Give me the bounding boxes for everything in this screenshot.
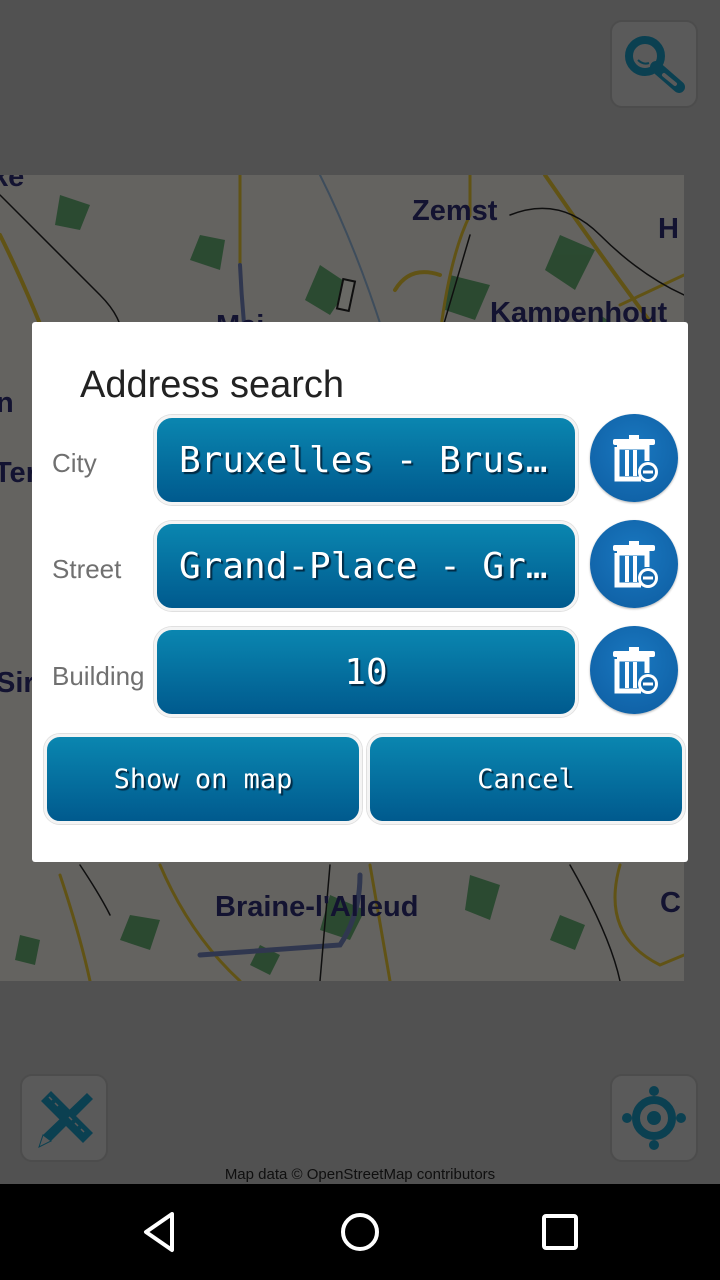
show-on-map-button[interactable]: Show on map (44, 734, 362, 824)
system-nav-bar (0, 1184, 720, 1280)
cancel-button[interactable]: Cancel (367, 734, 685, 824)
clear-city-button[interactable] (590, 414, 678, 502)
dialog-title: Address search (80, 364, 345, 406)
street-field[interactable]: Grand-Place - Gr… (154, 521, 578, 611)
trash-minus-icon (613, 541, 658, 588)
city-field[interactable]: Bruxelles - Brus… (154, 415, 578, 505)
nav-recents-button[interactable] (530, 1206, 590, 1258)
nav-home-button[interactable] (330, 1206, 390, 1258)
clear-street-button[interactable] (590, 520, 678, 608)
trash-minus-icon (613, 647, 658, 694)
clear-building-button[interactable] (590, 626, 678, 714)
recents-square-icon (542, 1214, 578, 1250)
address-search-dialog: Address search City Bruxelles - Brus… St… (32, 322, 688, 862)
nav-back-button[interactable] (130, 1206, 190, 1258)
building-label: Building (52, 661, 145, 691)
building-field[interactable]: 10 (154, 627, 578, 717)
home-circle-icon (341, 1213, 379, 1251)
street-label: Street (52, 554, 122, 584)
city-label: City (52, 448, 97, 478)
trash-minus-icon (613, 435, 658, 482)
back-triangle-icon (144, 1212, 174, 1252)
